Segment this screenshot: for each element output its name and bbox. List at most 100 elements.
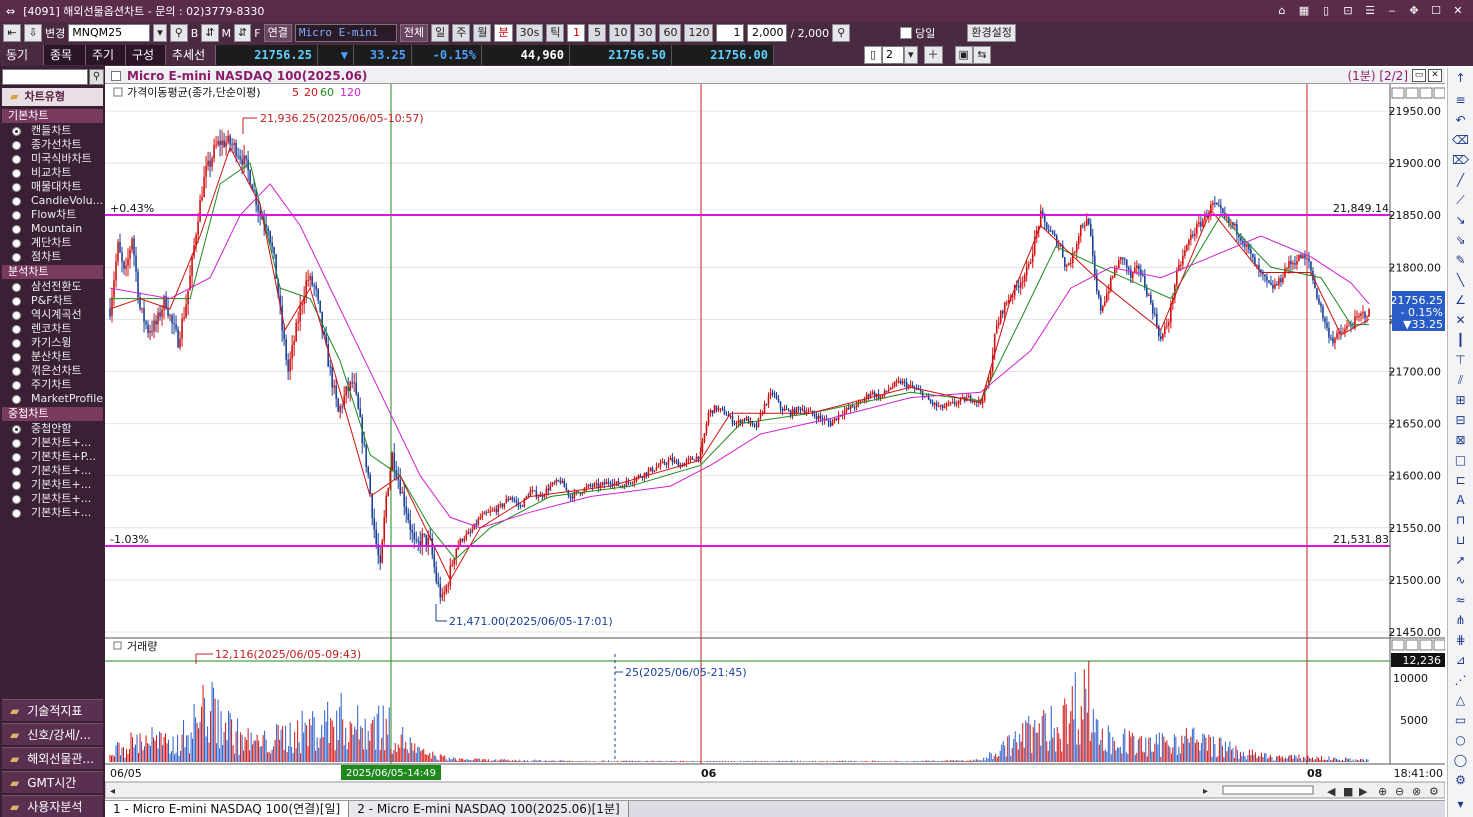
- list-item[interactable]: 캔들차트: [2, 124, 103, 138]
- chart-checkbox[interactable]: [111, 70, 121, 81]
- play-icon[interactable]: ▶: [1359, 785, 1368, 798]
- list-item[interactable]: 분산차트: [2, 350, 103, 364]
- list-item[interactable]: 비교차트: [2, 166, 103, 180]
- line-icon[interactable]: ╱: [1452, 172, 1469, 189]
- pitchfork-icon[interactable]: ⋔: [1452, 612, 1469, 629]
- tab-compose[interactable]: 구성: [126, 45, 166, 65]
- restore-icon[interactable]: ▭: [1412, 69, 1426, 82]
- footer-signals[interactable]: ▰ 신호/강세/...: [2, 723, 103, 745]
- minute-5[interactable]: 5: [588, 24, 607, 42]
- chart-settings-icon[interactable]: ⚙: [1429, 785, 1439, 798]
- tab-chart-1[interactable]: 1 - Micro E-mini NASDAQ 100(연결)[일]: [105, 801, 350, 817]
- channel-icon[interactable]: ⫽: [1452, 372, 1469, 389]
- all-button[interactable]: 전체: [399, 24, 429, 42]
- list-item[interactable]: 기본차트+...: [2, 436, 103, 450]
- triangle-icon[interactable]: △: [1452, 692, 1469, 709]
- footer-futures[interactable]: ▰ 해외선물관...: [2, 747, 103, 769]
- b-stepper[interactable]: ⇵: [201, 24, 219, 42]
- ellipse-icon[interactable]: ◯: [1452, 752, 1469, 769]
- rectangle-icon[interactable]: ▭: [1452, 712, 1469, 729]
- symbol-input[interactable]: MNQM25: [68, 24, 151, 42]
- tab-symbol[interactable]: 종목: [44, 45, 86, 65]
- count-input[interactable]: 2,000: [747, 24, 788, 42]
- ray-icon[interactable]: ⟋: [1452, 192, 1469, 209]
- cycle-icon[interactable]: ⊓: [1452, 512, 1469, 529]
- minimize-button[interactable]: ‒: [1383, 3, 1401, 19]
- change-label[interactable]: 변경: [45, 25, 65, 41]
- home-icon[interactable]: ⌂: [1273, 3, 1291, 19]
- fib-fan-icon[interactable]: ⊟: [1452, 412, 1469, 429]
- zoom-in-icon[interactable]: ⊕: [1378, 785, 1387, 798]
- vertical-line-icon[interactable]: ┃: [1452, 332, 1469, 349]
- info-icon[interactable]: ▯: [1317, 3, 1335, 19]
- swap-icon[interactable]: ⇆: [972, 46, 991, 64]
- list-item[interactable]: 기본차트+...: [2, 506, 103, 520]
- list-item[interactable]: 종가선차트: [2, 138, 103, 152]
- list-item[interactable]: P&F차트: [2, 294, 103, 308]
- search-icon[interactable]: ⚲: [169, 24, 188, 42]
- left-search-input[interactable]: [2, 69, 88, 85]
- section-analysis[interactable]: 분석차트: [2, 265, 103, 279]
- btn-b[interactable]: B: [191, 27, 199, 40]
- list-item[interactable]: CandleVolu...: [2, 194, 103, 208]
- split-count[interactable]: 2: [882, 46, 904, 64]
- list-item[interactable]: 중첩안함: [2, 422, 103, 436]
- erase-all-icon[interactable]: ⌫: [1452, 132, 1469, 149]
- zoom-search-icon[interactable]: ⚲: [832, 24, 851, 42]
- text-icon[interactable]: A: [1452, 492, 1469, 509]
- close-chart-icon[interactable]: ✕: [1428, 69, 1442, 82]
- footer-user-analysis[interactable]: ▰ 사용자분석: [2, 795, 103, 817]
- period-tick[interactable]: 틱: [546, 24, 565, 42]
- list-item[interactable]: 기본차트+...: [2, 464, 103, 478]
- list-item[interactable]: 주기차트: [2, 378, 103, 392]
- list-item[interactable]: 점차트: [2, 250, 103, 264]
- wave-icon[interactable]: ≈: [1452, 592, 1469, 609]
- split-dropdown-icon[interactable]: ▾: [904, 46, 918, 64]
- linked-button[interactable]: 연결: [263, 24, 292, 42]
- tab-chart-2[interactable]: 2 - Micro E-mini NASDAQ 100(2025.06)[1분]: [349, 801, 629, 817]
- product-name-field[interactable]: Micro E-mini NAS: [294, 24, 397, 55]
- list-item[interactable]: 기본차트+P...: [2, 450, 103, 464]
- list-item[interactable]: 기본차트+...: [2, 478, 103, 492]
- minute-1[interactable]: 1: [567, 24, 586, 42]
- horizontal-bounds-icon[interactable]: ⊤: [1452, 352, 1469, 369]
- settings-gear-icon[interactable]: ⚙: [1452, 772, 1469, 789]
- arrow-icon[interactable]: ➚: [1452, 552, 1469, 569]
- btn-m[interactable]: M: [222, 27, 232, 40]
- close-button[interactable]: ✕: [1449, 3, 1467, 19]
- cycle2-icon[interactable]: ⊔: [1452, 532, 1469, 549]
- chart-type-header[interactable]: ▰ 차트유형: [2, 88, 103, 106]
- split-layout-icon[interactable]: ▯: [864, 46, 882, 64]
- minute-120[interactable]: 120: [684, 24, 714, 42]
- circle-icon[interactable]: ○: [1452, 732, 1469, 749]
- prev-icon[interactable]: ◀: [1327, 785, 1336, 798]
- scroll-left-icon[interactable]: ◂: [110, 786, 115, 797]
- layout-icon[interactable]: ▦: [1295, 3, 1313, 19]
- grid-icon[interactable]: ⋕: [1452, 632, 1469, 649]
- list-item[interactable]: 미국식바차트: [2, 152, 103, 166]
- period-minute[interactable]: 분: [494, 24, 513, 42]
- left-search-icon[interactable]: ⚲: [89, 69, 104, 85]
- settings-button[interactable]: 환경설정: [967, 24, 1016, 42]
- maximize-button[interactable]: ☐: [1427, 3, 1445, 19]
- symbol-dropdown-icon[interactable]: ▾: [153, 24, 167, 42]
- list-item[interactable]: MarketProfile: [2, 392, 103, 406]
- step-input[interactable]: 1: [716, 24, 745, 42]
- fib-icon[interactable]: ⊞: [1452, 392, 1469, 409]
- eraser-icon[interactable]: ⌦: [1452, 152, 1469, 169]
- list-item[interactable]: 기본차트+...: [2, 492, 103, 506]
- measure-icon[interactable]: ⊿: [1452, 652, 1469, 669]
- list-icon[interactable]: ≡: [1452, 92, 1469, 109]
- minute-30[interactable]: 30: [634, 24, 657, 42]
- period-day[interactable]: 일: [431, 24, 450, 42]
- cross-icon[interactable]: ✕: [1452, 312, 1469, 329]
- section-basic[interactable]: 기본차트: [2, 109, 103, 123]
- list-item[interactable]: 카기스윙: [2, 336, 103, 350]
- period-month[interactable]: 월: [473, 24, 492, 42]
- bracket-icon[interactable]: ⊏: [1452, 472, 1469, 489]
- undo-icon[interactable]: ↶: [1452, 112, 1469, 129]
- stop-icon[interactable]: ■: [1343, 785, 1353, 798]
- diagonal-icon[interactable]: ╲: [1452, 272, 1469, 289]
- list-item[interactable]: 계단차트: [2, 236, 103, 250]
- save-icon[interactable]: ▣: [954, 46, 973, 64]
